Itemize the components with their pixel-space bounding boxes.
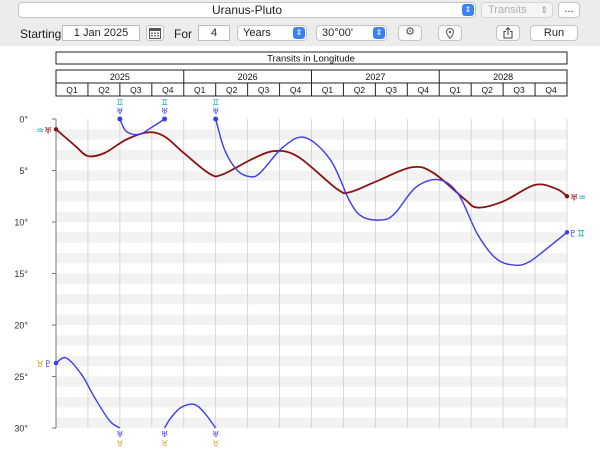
taurus-sign-left: ♉: [36, 360, 44, 370]
quarter-label: Q3: [513, 85, 525, 95]
y-tick-label: 30°: [14, 424, 28, 434]
y-tick-label: 10°: [14, 218, 28, 228]
quarter-label: Q1: [450, 85, 462, 95]
gemini-marker-sign: ♊: [116, 98, 123, 107]
uranus-glyph-left: ♅: [44, 126, 52, 136]
chart-title: Transits in Longitude: [267, 54, 355, 65]
mode-select[interactable]: Transits ⇕: [481, 2, 553, 18]
pluto-marker-glyph: ♅: [161, 430, 168, 439]
transits-chart: Transits in Longitude 2025 Q1 Q2 Q3 Q4 2026 Q1 Q…: [14, 51, 586, 448]
unit-select[interactable]: Years ⇕: [237, 25, 307, 41]
y-tick-label: 15°: [14, 269, 28, 279]
gemini-marker-sign: ♊: [161, 98, 168, 107]
top-toolbar: Uranus-Pluto ⇕ Transits ⇕ ...: [0, 0, 600, 22]
chevron-updown-icon: ⇕: [373, 27, 385, 39]
orb-select-label: 30°00': [322, 27, 353, 39]
quarter-label: Q1: [194, 85, 206, 95]
quarter-label: Q2: [226, 85, 238, 95]
gemini-sign-right: ♊: [577, 229, 585, 239]
aquarius-sign-right: ♒: [578, 193, 586, 203]
quarter-label: Q2: [354, 85, 366, 95]
chevron-updown-icon: ⇕: [293, 27, 305, 39]
pair-select-label: Uranus-Pluto: [211, 3, 283, 17]
for-label: For: [174, 27, 192, 41]
y-tick-label: 5°: [19, 166, 28, 176]
quarter-label: Q4: [545, 85, 557, 95]
options-toolbar: Starting 1 Jan 2025 For 4 Years ⇕ 30°00'…: [0, 22, 600, 44]
pluto-glyph-right: ♇: [569, 229, 577, 239]
taurus-marker-sign: ♉: [116, 439, 123, 448]
more-button[interactable]: ...: [558, 2, 580, 18]
pluto-segment-end: [162, 116, 168, 122]
orb-select[interactable]: 30°00' ⇕: [316, 25, 387, 41]
y-tick-label: 25°: [14, 372, 28, 382]
quarter-label: Q1: [66, 85, 78, 95]
uranus-start-point: [53, 127, 59, 132]
chevron-updown-icon: ⇕: [462, 4, 474, 16]
taurus-marker-sign: ♉: [212, 439, 219, 448]
duration-field[interactable]: 4: [198, 25, 230, 41]
pair-select[interactable]: Uranus-Pluto ⇕: [18, 2, 476, 18]
pluto-segment-start: [213, 116, 219, 122]
chevron-updown-icon: ⇕: [540, 5, 548, 15]
pluto-glyph-left: ♇: [44, 360, 52, 370]
gear-icon[interactable]: ⚙: [398, 25, 422, 41]
pluto-marker-glyph: ♅: [116, 107, 123, 116]
share-icon[interactable]: [496, 25, 520, 41]
quarter-label: Q1: [322, 85, 334, 95]
quarter-label: Q4: [162, 85, 174, 95]
uranus-glyph-right: ♅: [570, 193, 578, 203]
pluto-marker-glyph: ♅: [116, 430, 123, 439]
y-tick-label: 20°: [14, 321, 28, 331]
quarter-label: Q4: [418, 85, 430, 95]
chart-panel: Transits in Longitude 2025 Q1 Q2 Q3 Q4 2026 Q1 Q…: [0, 46, 600, 458]
year-label: 2025: [110, 72, 130, 82]
pluto-marker-glyph: ♅: [212, 430, 219, 439]
quarter-label: Q3: [386, 85, 398, 95]
run-button[interactable]: Run: [530, 25, 578, 41]
uranus-end-point: [564, 194, 570, 199]
pluto-marker-glyph: ♅: [161, 107, 168, 116]
taurus-marker-sign: ♉: [161, 439, 168, 448]
quarter-label: Q2: [481, 85, 493, 95]
year-label: 2026: [238, 72, 258, 82]
calendar-icon[interactable]: [146, 25, 164, 41]
pluto-start-point: [53, 360, 59, 366]
quarter-label: Q4: [290, 85, 302, 95]
location-pin-icon[interactable]: [438, 25, 462, 41]
mode-select-label: Transits: [488, 4, 527, 16]
year-label: 2028: [493, 72, 513, 82]
quarter-label: Q3: [258, 85, 270, 95]
year-label: 2027: [365, 72, 385, 82]
unit-select-label: Years: [243, 27, 271, 39]
y-tick-label: 0°: [19, 115, 28, 125]
starting-date-field[interactable]: 1 Jan 2025: [62, 25, 140, 41]
aquarius-sign-left: ♒: [36, 126, 44, 136]
starting-label: Starting: [20, 27, 62, 41]
quarter-label: Q2: [98, 85, 110, 95]
gemini-marker-sign: ♊: [212, 98, 219, 107]
pluto-marker-glyph: ♅: [212, 107, 219, 116]
quarter-label: Q3: [130, 85, 142, 95]
pluto-segment-start: [117, 116, 123, 122]
